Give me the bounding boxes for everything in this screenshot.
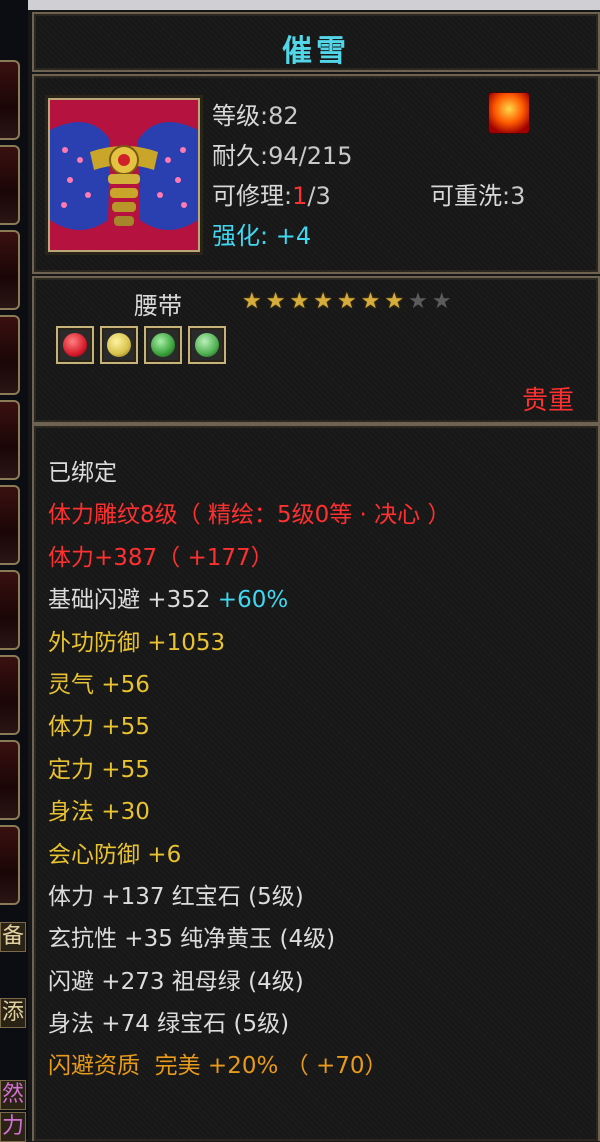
enhance-stat: 强化: +4: [212, 222, 312, 250]
gem-slot-1[interactable]: [56, 326, 94, 364]
sidebar-slot[interactable]: [0, 400, 20, 480]
repair-used: 1: [292, 182, 308, 210]
star-empty-icon: ★: [408, 289, 428, 314]
sidebar-slot[interactable]: [0, 655, 20, 735]
item-info-box: 等级:82 耐久:94/215 可修理:1/3 可重洗:3 强化: +4: [32, 74, 600, 274]
repair-max: /3: [307, 182, 331, 210]
belt-item-icon: [48, 98, 200, 252]
gem-attr-line-3: 闪避 +273 祖母绿 (4级): [48, 968, 304, 995]
emerald-gem-icon: [195, 333, 219, 357]
item-tooltip: 催雪 等级:82 耐久:94/215 可修理:1/3 可重洗:3 强化: +4 …: [28, 0, 600, 1141]
sidebar-tab[interactable]: 力: [0, 1112, 26, 1142]
item-name: 催雪: [282, 34, 350, 69]
level-stat: 等级:82: [212, 102, 299, 130]
reroll-label: 可重洗: [430, 182, 502, 210]
durability-stat: 耐久:94/215: [212, 142, 353, 170]
rarity-label: 贵重: [521, 386, 574, 416]
spirit-line: 灵气 +56: [48, 671, 150, 698]
engrave-bonus-line: 体力+387（ +177）: [48, 544, 274, 571]
durability-value: 94/215: [268, 142, 353, 170]
sidebar-slot[interactable]: [0, 145, 20, 225]
sidebar-tab[interactable]: 然: [0, 1080, 26, 1110]
gem-attr-line-4: 身法 +74 绿宝石 (5级): [48, 1011, 290, 1038]
star-filled-icon: ★: [384, 289, 405, 314]
star-filled-icon: ★: [336, 289, 357, 314]
slot-type: 腰带: [134, 292, 182, 320]
attribute-list: 已绑定 体力雕纹8级（ 精绘：5级0等 · 决心 ） 体力+387（ +177）…: [48, 452, 450, 1088]
base-dodge-pct: +60%: [217, 587, 289, 614]
gem-slot-4[interactable]: [188, 326, 226, 364]
title-bar: 催雪: [32, 12, 600, 72]
left-sidebar: 备 添 然 力: [0, 0, 31, 1142]
ext-defense-line: 外功防御 +1053: [48, 629, 226, 656]
sidebar-slot[interactable]: [0, 315, 20, 395]
enhance-value: +4: [275, 222, 312, 250]
sidebar-slot[interactable]: [0, 230, 20, 310]
gem-slot-3[interactable]: [144, 326, 182, 364]
star-filled-icon: ★: [313, 289, 333, 314]
bound-status: 已绑定: [48, 460, 117, 486]
sidebar-slot[interactable]: [0, 60, 20, 140]
yellow-gem-icon: [107, 333, 131, 357]
base-dodge-line: 基础闪避 +352 +60%: [48, 579, 450, 621]
star-filled-icon: ★: [265, 289, 286, 314]
engrave-line: 体力雕纹8级（ 精绘：5级0等 · 决心 ）: [48, 502, 451, 529]
green-gem-icon: [151, 333, 175, 357]
gem-attr-line-1: 体力 +137 红宝石 (5级): [48, 883, 304, 910]
sidebar-slot[interactable]: [0, 485, 20, 565]
agility-line: 身法 +30: [48, 799, 150, 826]
level-value: 82: [268, 102, 299, 130]
repair-stat: 可修理:1/3: [212, 182, 331, 210]
reroll-value: 3: [510, 182, 526, 210]
quality-line: 闪避资质 完美 +20% （ +70）: [48, 1053, 388, 1080]
focus-line: 定力 +55: [48, 756, 150, 783]
star-empty-icon: ★: [431, 289, 452, 314]
gem-slot-2[interactable]: [100, 326, 138, 364]
gem-attr-line-2: 玄抗性 +35 纯净黄玉 (4级): [48, 926, 336, 953]
sidebar-slot[interactable]: [0, 825, 20, 905]
item-type-box: 腰带 ★ ★ ★ ★ ★ ★ ★ ★ ★ 贵重: [32, 276, 600, 424]
flame-buff-icon[interactable]: [488, 92, 530, 134]
reroll-stat: 可重洗:3: [430, 182, 526, 210]
star-filled-icon: ★: [360, 289, 381, 314]
level-label: 等级: [212, 102, 260, 130]
red-gem-icon: [63, 333, 87, 357]
durability-label: 耐久: [212, 142, 260, 170]
stamina-line: 体力 +55: [48, 714, 150, 741]
enhance-label: 强化: [212, 222, 260, 250]
star-filled-icon: ★: [289, 289, 310, 314]
sidebar-slot[interactable]: [0, 740, 20, 820]
base-dodge-text: 基础闪避 +352: [48, 587, 211, 614]
gem-slots: [56, 326, 226, 364]
repair-label: 可修理: [212, 182, 284, 210]
sidebar-slot[interactable]: [0, 570, 20, 650]
sidebar-tab[interactable]: 添: [0, 998, 26, 1028]
sidebar-tab[interactable]: 备: [0, 922, 26, 952]
attribute-box: 已绑定 体力雕纹8级（ 精绘：5级0等 · 决心 ） 体力+387（ +177）…: [32, 424, 600, 1141]
crit-def-line: 会心防御 +6: [48, 841, 182, 868]
star-filled-icon: ★: [242, 289, 262, 314]
star-rating: ★ ★ ★ ★ ★ ★ ★ ★ ★: [242, 290, 452, 314]
